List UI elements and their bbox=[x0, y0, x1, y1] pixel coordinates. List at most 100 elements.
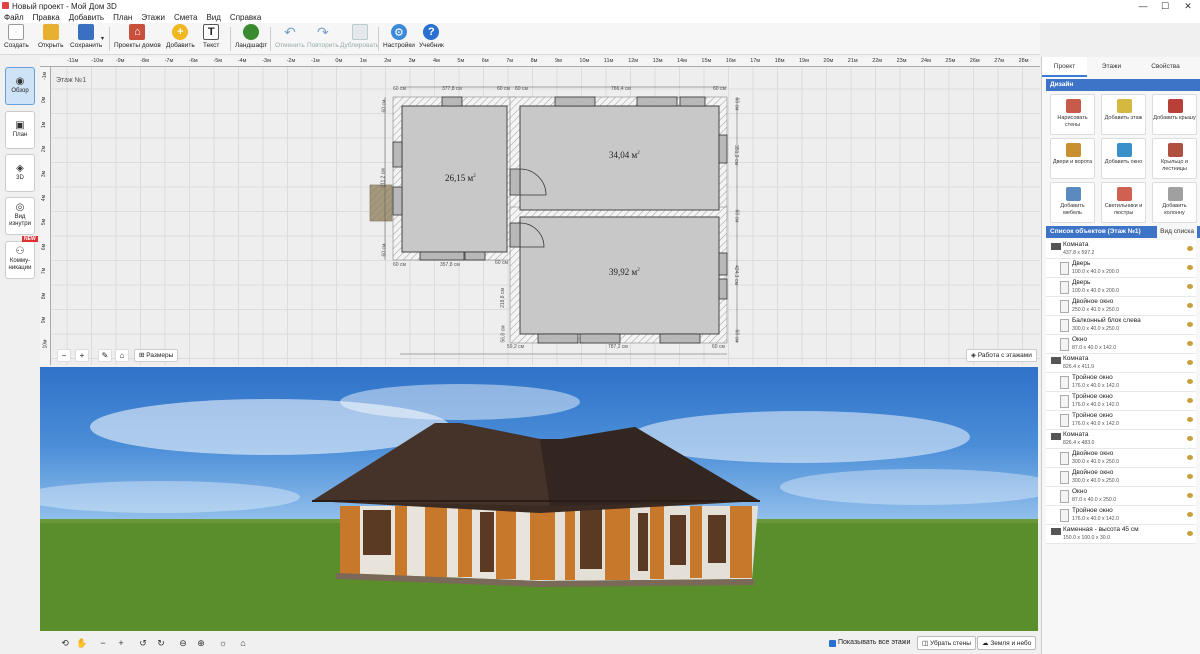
floors-management-button[interactable]: ◈ Работа с этажами bbox=[966, 349, 1037, 362]
ruler-icon[interactable]: ✎ bbox=[98, 349, 112, 362]
list-item[interactable]: Тройное окно 176.0 x 40.0 x 142.0 bbox=[1046, 506, 1196, 525]
list-item[interactable]: Тройное окно 176.0 x 40.0 x 142.0 bbox=[1046, 373, 1196, 392]
zoom-out-icon[interactable]: − bbox=[57, 349, 71, 362]
text-button[interactable]: T Текст bbox=[203, 24, 219, 54]
visibility-eye-icon[interactable] bbox=[1187, 360, 1193, 365]
visibility-eye-icon[interactable] bbox=[1187, 284, 1193, 289]
zoom-in-3d-icon[interactable]: + bbox=[114, 636, 128, 650]
remove-walls-button[interactable]: ◫ Убрать стены bbox=[917, 636, 976, 650]
visibility-eye-icon[interactable] bbox=[1187, 417, 1193, 422]
design-button-5[interactable]: Крыльцо и лестницы bbox=[1152, 138, 1197, 179]
list-item[interactable]: Каменная - высота 45 см 150.0 x 100.0 x 3… bbox=[1046, 525, 1196, 544]
visibility-eye-icon[interactable] bbox=[1187, 512, 1193, 517]
3d-viewport[interactable] bbox=[40, 367, 1038, 631]
menu-view[interactable]: Вид bbox=[206, 13, 220, 22]
list-item[interactable]: Комната 826.4 x 411.9 bbox=[1046, 354, 1196, 373]
visibility-eye-icon[interactable] bbox=[1187, 493, 1193, 498]
landscape-button[interactable]: Ландшафт bbox=[235, 24, 267, 54]
rotate-left-icon[interactable]: ↺ bbox=[136, 636, 150, 650]
design-button-3[interactable]: Двери и ворота bbox=[1050, 138, 1095, 179]
list-item[interactable]: Дверь 100.0 x 40.0 x 200.0 bbox=[1046, 278, 1196, 297]
dimensions-button[interactable]: ⊞ Размеры bbox=[134, 349, 179, 362]
list-item[interactable]: Двойное окно 300.0 x 40.0 x 250.0 bbox=[1046, 468, 1196, 487]
plan-canvas[interactable]: -11м -10м -9м -8м -7м -6м -5м -4м -3м -2м -1м 0м 1м 2… bbox=[40, 57, 1040, 365]
menu-floors[interactable]: Этажи bbox=[141, 13, 165, 22]
list-item[interactable]: Двойное окно 300.0 x 40.0 x 250.0 bbox=[1046, 449, 1196, 468]
design-button-8[interactable]: Добавить колонну bbox=[1152, 182, 1197, 223]
list-item[interactable]: Двойное окно 250.0 x 40.0 x 250.0 bbox=[1046, 297, 1196, 316]
visibility-eye-icon[interactable] bbox=[1187, 246, 1193, 251]
design-button-7[interactable]: Светильники и люстры bbox=[1101, 182, 1146, 223]
visibility-eye-icon[interactable] bbox=[1187, 265, 1193, 270]
communications-button[interactable]: ⚇ Комму-никации bbox=[5, 241, 35, 279]
list-item[interactable]: Балконный блок слева 300.0 x 40.0 x 250.0 bbox=[1046, 316, 1196, 335]
design-button-0[interactable]: Нарисовать стены bbox=[1050, 94, 1095, 135]
title-bar: Новый проект - Мой Дом 3D — ☐ ✕ bbox=[0, 0, 1200, 12]
visibility-eye-icon[interactable] bbox=[1187, 398, 1193, 403]
visibility-eye-icon[interactable] bbox=[1187, 436, 1193, 441]
menu-estimate[interactable]: Смета bbox=[174, 13, 197, 22]
add-button[interactable]: + Добавить bbox=[166, 24, 195, 54]
zoom-in-icon[interactable]: + bbox=[75, 349, 89, 362]
light-icon[interactable]: ☼ bbox=[216, 636, 230, 650]
ground-sky-button[interactable]: ☁ Земля и небо bbox=[977, 636, 1037, 650]
room-area-2[interactable]: 34,04 м2 bbox=[609, 150, 640, 160]
list-item[interactable]: Тройное окно 176.0 x 40.0 x 142.0 bbox=[1046, 392, 1196, 411]
tab-floors[interactable]: Этажи bbox=[1089, 57, 1134, 77]
overview-button[interactable]: ◉ Обзор bbox=[5, 67, 35, 105]
visibility-eye-icon[interactable] bbox=[1187, 341, 1193, 346]
design-button-6[interactable]: Добавить мебель bbox=[1050, 182, 1095, 223]
visibility-eye-icon[interactable] bbox=[1187, 455, 1193, 460]
undo-button[interactable]: ↶ Отменить bbox=[275, 24, 305, 54]
orbit-down-icon[interactable]: ⊖ bbox=[176, 636, 190, 650]
maximize-button[interactable]: ☐ bbox=[1154, 0, 1176, 12]
list-item[interactable]: Тройное окно 176.0 x 40.0 x 142.0 bbox=[1046, 411, 1196, 430]
tab-project[interactable]: Проект bbox=[1042, 57, 1087, 77]
list-item[interactable]: Окно 87.0 x 40.0 x 250.0 bbox=[1046, 487, 1196, 506]
show-floors-checkbox[interactable] bbox=[829, 640, 836, 647]
redo-button[interactable]: ↷ Повторить bbox=[307, 24, 339, 54]
save-button[interactable]: Сохранить bbox=[70, 24, 102, 54]
rotate-icon[interactable]: ⟲ bbox=[58, 636, 72, 650]
home-view-icon[interactable]: ⌂ bbox=[236, 636, 250, 650]
tutorial-button[interactable]: ? Учебник bbox=[419, 24, 444, 54]
design-button-4[interactable]: Добавить окно bbox=[1101, 138, 1146, 179]
visibility-eye-icon[interactable] bbox=[1187, 303, 1193, 308]
menu-help[interactable]: Справка bbox=[230, 13, 261, 22]
settings-button[interactable]: ⚙ Настройки bbox=[383, 24, 415, 54]
minimize-button[interactable]: — bbox=[1132, 0, 1154, 12]
3d-view-button[interactable]: ◈ 3D bbox=[5, 154, 35, 192]
menu-plan[interactable]: План bbox=[113, 13, 132, 22]
visibility-eye-icon[interactable] bbox=[1187, 531, 1193, 536]
tab-properties[interactable]: Свойства bbox=[1138, 57, 1193, 77]
room-area-3[interactable]: 39,92 м2 bbox=[609, 267, 640, 277]
orbit-up-icon[interactable]: ⊕ bbox=[194, 636, 208, 650]
list-item[interactable]: Дверь 100.0 x 40.0 x 200.0 bbox=[1046, 259, 1196, 278]
house-projects-button[interactable]: ⌂ Проекты домов bbox=[114, 24, 161, 54]
list-item[interactable]: Комната 437.8 x 597.2 bbox=[1046, 240, 1196, 259]
close-button[interactable]: ✕ bbox=[1177, 0, 1199, 12]
list-item[interactable]: Окно 87.0 x 40.0 x 142.0 bbox=[1046, 335, 1196, 354]
inside-view-button[interactable]: ◎ Вид изнутри bbox=[5, 197, 35, 235]
object-name: Комната bbox=[1063, 355, 1089, 362]
design-button-2[interactable]: Добавить крышу bbox=[1152, 94, 1197, 135]
menu-file[interactable]: Файл bbox=[4, 13, 24, 22]
create-button[interactable]: Создать bbox=[4, 24, 29, 54]
design-button-1[interactable]: Добавить этаж bbox=[1101, 94, 1146, 135]
menu-add[interactable]: Добавить bbox=[69, 13, 104, 22]
visibility-eye-icon[interactable] bbox=[1187, 322, 1193, 327]
rotate-right-icon[interactable]: ↻ bbox=[154, 636, 168, 650]
plan-view-button[interactable]: ▣ План bbox=[5, 111, 35, 149]
list-item[interactable]: Комната 826.4 x 483.0 bbox=[1046, 430, 1196, 449]
zoom-out-3d-icon[interactable]: − bbox=[96, 636, 110, 650]
menu-edit[interactable]: Правка bbox=[33, 13, 60, 22]
room-area-1[interactable]: 26,15 м2 bbox=[445, 173, 476, 183]
save-dropdown-icon[interactable]: ▾ bbox=[101, 35, 104, 42]
duplicate-button[interactable]: Дублировать bbox=[340, 24, 379, 54]
home-icon[interactable]: ⌂ bbox=[115, 349, 129, 362]
list-view-toggle[interactable]: Вид списка bbox=[1157, 226, 1197, 238]
visibility-eye-icon[interactable] bbox=[1187, 379, 1193, 384]
open-button[interactable]: Открыть bbox=[38, 24, 64, 54]
hand-icon[interactable]: ✋ bbox=[75, 636, 89, 650]
visibility-eye-icon[interactable] bbox=[1187, 474, 1193, 479]
